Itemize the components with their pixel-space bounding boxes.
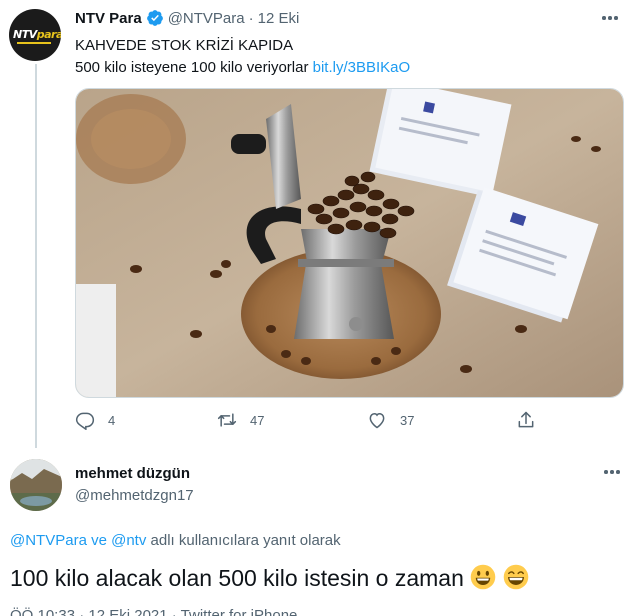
thread-connector-line <box>35 64 37 448</box>
retweet-icon <box>217 413 237 427</box>
verified-badge-icon <box>146 10 163 26</box>
tweet-header: NTV Para @NTVPara · 12 Eki <box>75 9 300 27</box>
avatar-mehmet[interactable] <box>10 459 62 511</box>
grinning-face-emoji-icon <box>471 564 496 590</box>
tweet-photo[interactable] <box>75 88 624 398</box>
share-button[interactable] <box>516 410 536 430</box>
moka-pot-coffee-beans-photo-icon <box>76 89 623 397</box>
tweet-link[interactable]: bit.ly/3BBIKaO <box>313 59 411 76</box>
heart-icon <box>369 412 385 429</box>
tweet-date[interactable]: 12 Eki <box>258 10 300 27</box>
reply-button[interactable]: 4 <box>75 410 115 430</box>
mention-ntvpara[interactable]: @NTVPara <box>10 532 87 549</box>
author-handle[interactable]: @NTVPara <box>168 10 245 27</box>
tweet-text: KAHVEDE STOK KRİZİ KAPIDA 500 kilo istey… <box>75 37 411 76</box>
replying-to: @NTVPara ve @ntv adlı kullanıcılara yanı… <box>10 532 341 549</box>
retweet-button[interactable]: 47 <box>217 410 264 430</box>
tweet-timestamp-partial: ÖÖ 10:33 · 12 Eki 2021 · Twitter for iPh… <box>10 607 298 616</box>
more-options-icon[interactable] <box>599 7 621 29</box>
reply-author-handle[interactable]: @mehmetdzgn17 <box>75 487 194 504</box>
reply-author-name[interactable]: mehmet düzgün <box>75 465 190 482</box>
author-name[interactable]: NTV Para <box>75 10 142 27</box>
reply-icon <box>75 412 95 430</box>
avatar-ntv-para[interactable]: NTVpara <box>9 9 61 61</box>
share-icon <box>518 411 534 428</box>
profile-photo-icon <box>10 459 62 511</box>
reply-tweet-text: 100 kilo alacak olan 500 kilo istesin o … <box>10 563 529 593</box>
grinning-squinting-face-emoji-icon <box>503 564 528 590</box>
like-button[interactable]: 37 <box>367 410 414 430</box>
more-options-icon[interactable] <box>601 461 623 483</box>
tweet-actions: 4 47 37 <box>75 410 545 434</box>
ntv-para-logo-icon: NTVpara <box>13 28 61 41</box>
mention-ntv[interactable]: @ntv <box>111 532 146 549</box>
